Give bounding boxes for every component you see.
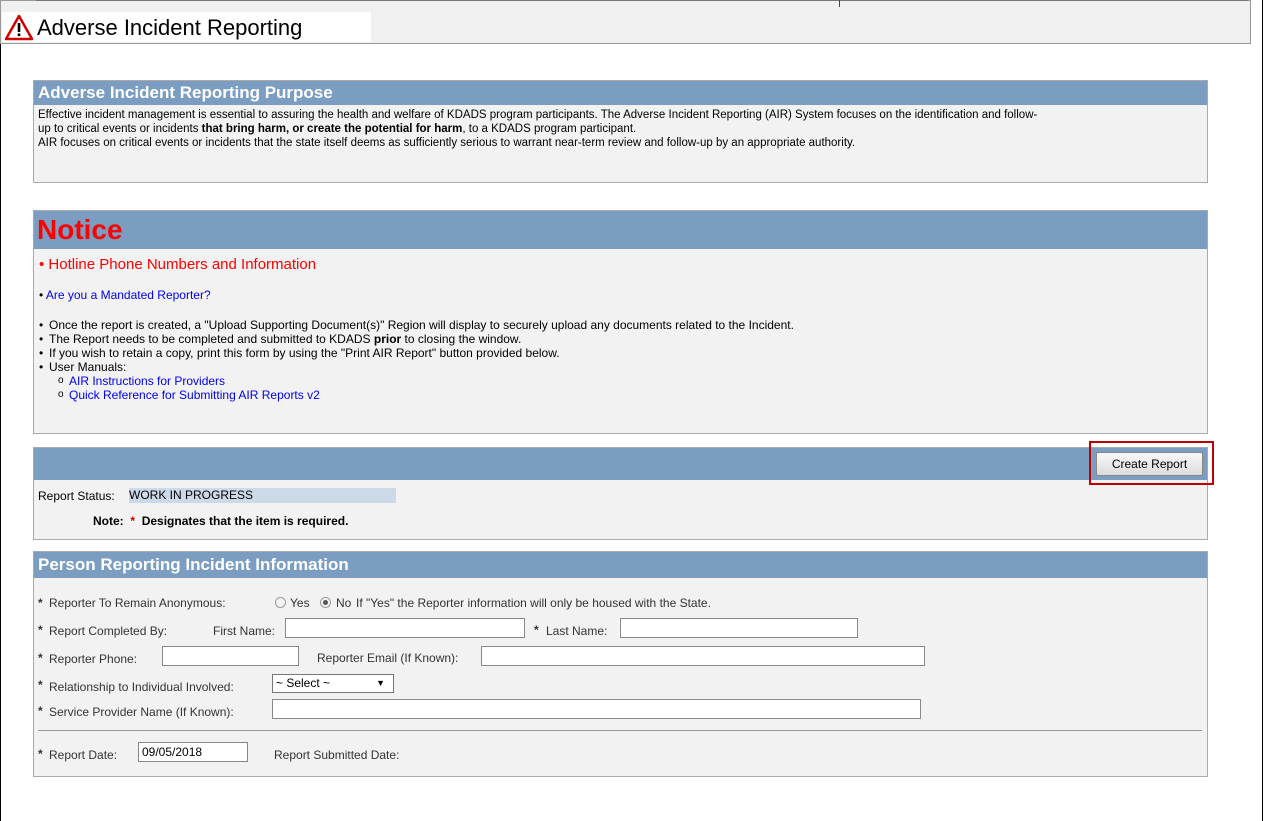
reporter-phone-label: Reporter Phone: [49, 652, 138, 666]
reporter-email-label: Reporter Email (If Known): [317, 651, 459, 665]
required-note: Note: * Designates that the item is requ… [93, 514, 348, 528]
person-heading: Person Reporting Incident Information [34, 552, 1207, 578]
report-date-input[interactable]: 09/05/2018 [138, 742, 248, 762]
window-tick [839, 0, 846, 7]
create-report-button[interactable]: Create Report [1096, 452, 1203, 476]
note-text: Designates that the item is required. [141, 514, 349, 528]
notice-item-bold: prior [373, 332, 402, 346]
purpose-bold-text: that bring harm, or create the potential… [201, 123, 463, 135]
relationship-select-value: ~ Select ~ [276, 676, 331, 690]
provider-label: Service Provider Name (If Known): [49, 705, 234, 719]
first-name-label: First Name: [213, 624, 276, 638]
anonymous-yes-radio[interactable] [275, 597, 286, 608]
reporter-email-input[interactable] [481, 646, 925, 666]
required-star: * [38, 596, 43, 610]
purpose-text-line3: AIR focuses on critical events or incide… [38, 137, 856, 149]
anonymous-no-label: No [336, 596, 352, 610]
anonymous-label: Reporter To Remain Anonymous: [49, 596, 226, 610]
purpose-text: up to critical events or incidents [38, 123, 202, 135]
required-star: * [38, 623, 43, 637]
mandated-reporter-link[interactable]: • Are you a Mandated Reporter? [39, 288, 211, 302]
notice-item-text: to closing the window. [401, 332, 522, 346]
report-status-value: WORK IN PROGRESS [129, 488, 396, 503]
manual-link-quick-reference[interactable]: Quick Reference for Submitting AIR Repor… [39, 388, 794, 402]
reporter-phone-input[interactable] [162, 646, 299, 666]
chevron-down-icon: ▼ [376, 678, 385, 688]
note-label: Note: [93, 514, 124, 528]
manual-link-instructions[interactable]: AIR Instructions for Providers [39, 374, 794, 388]
anonymous-yes-label: Yes [290, 596, 310, 610]
required-star: * [534, 623, 539, 637]
notice-item-text: The Report needs to be completed and sub… [49, 332, 374, 346]
report-status-label: Report Status: [38, 489, 115, 503]
required-star: * [38, 678, 43, 692]
required-star: * [38, 704, 43, 718]
divider [38, 730, 1202, 731]
page-title: Adverse Incident Reporting [37, 15, 303, 40]
completed-by-label: Report Completed By: [49, 624, 168, 638]
submitted-date-label: Report Submitted Date: [274, 748, 400, 762]
hotline-link[interactable]: • Hotline Phone Numbers and Information [39, 256, 316, 273]
notice-item: Once the report is created, a "Upload Su… [39, 318, 794, 332]
purpose-text-line1: Effective incident management is essenti… [38, 109, 1038, 121]
relationship-select[interactable]: ~ Select ~ ▼ [272, 674, 394, 693]
purpose-text: , to a KDADS program participant. [462, 123, 637, 135]
mandated-reporter-label[interactable]: Are you a Mandated Reporter? [46, 288, 211, 302]
notice-item: User Manuals: [39, 360, 794, 374]
notice-item: The Report needs to be completed and sub… [39, 332, 794, 346]
anonymous-hint: If "Yes" the Reporter information will o… [356, 596, 711, 610]
required-star: * [130, 514, 136, 528]
purpose-text-line2: up to critical events or incidents that … [38, 122, 1203, 136]
provider-name-input[interactable] [272, 699, 921, 719]
first-name-input[interactable] [285, 618, 525, 638]
top-divider [36, 0, 1248, 1]
notice-heading: Notice [34, 211, 1207, 249]
relationship-label: Relationship to Individual Involved: [49, 680, 234, 694]
report-panel-header [34, 448, 1207, 480]
purpose-heading: Adverse Incident Reporting Purpose [34, 81, 1207, 105]
hotline-link-label[interactable]: Hotline Phone Numbers and Information [48, 256, 316, 273]
notice-list: Once the report is created, a "Upload Su… [39, 318, 794, 402]
notice-item: If you wish to retain a copy, print this… [39, 346, 794, 360]
purpose-panel: Adverse Incident Reporting Purpose Effec… [33, 80, 1208, 183]
required-star: * [38, 651, 43, 665]
report-date-label: Report Date: [49, 748, 118, 762]
purpose-body: Effective incident management is essenti… [34, 105, 1207, 153]
required-star: * [38, 747, 43, 761]
warning-icon [4, 14, 34, 41]
last-name-input[interactable] [620, 618, 858, 638]
last-name-label: Last Name: [546, 624, 608, 638]
anonymous-no-radio[interactable] [320, 597, 331, 608]
